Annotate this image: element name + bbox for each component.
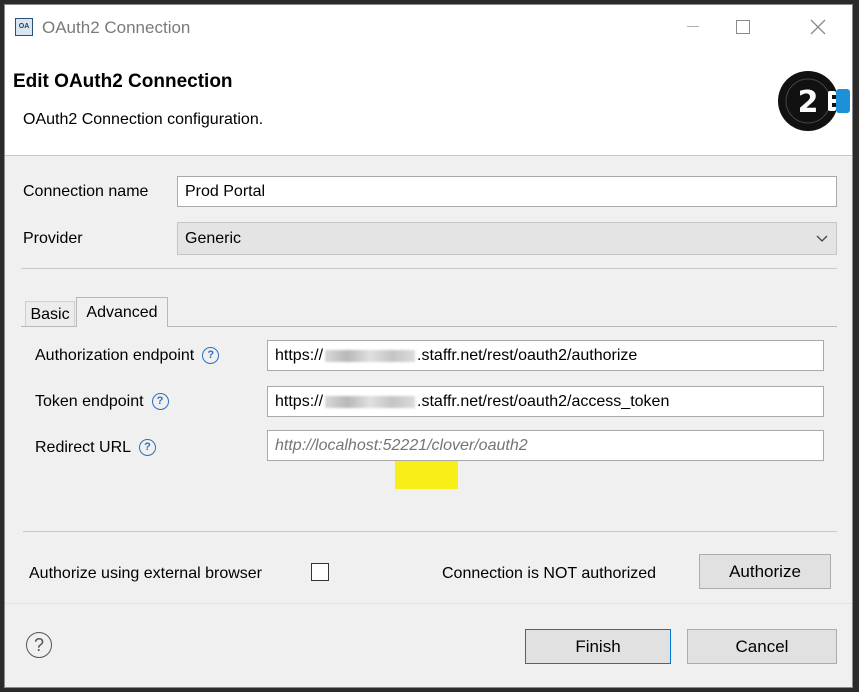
authorization-endpoint-input[interactable]: https:// .staffr.net/rest/oauth2/authoriz…: [267, 340, 824, 371]
tab-line: [168, 326, 837, 327]
token-endpoint-prefix: https://: [275, 392, 324, 410]
authorization-status: Connection is NOT authorized: [442, 565, 657, 582]
token-endpoint-label: Token endpoint?: [35, 393, 169, 411]
connection-name-label: Connection name: [23, 183, 149, 200]
authorization-endpoint-label: Authorization endpoint?: [35, 347, 220, 365]
svg-text:2: 2: [798, 85, 819, 120]
maximize-icon: [736, 20, 750, 34]
separator: [23, 531, 837, 532]
connection-name-value: Prod Portal: [185, 182, 266, 200]
external-browser-label: Authorize using external browser: [29, 565, 263, 582]
tab-line: [21, 326, 76, 327]
tab-basic[interactable]: Basic: [25, 301, 75, 327]
page-title: Edit OAuth2 Connection: [13, 71, 233, 92]
chevron-down-icon: [816, 235, 828, 242]
redacted-text: [325, 395, 416, 408]
maximize-button[interactable]: [721, 11, 765, 43]
authorize-button[interactable]: Authorize: [699, 554, 831, 589]
separator: [5, 603, 852, 604]
external-browser-checkbox[interactable]: [311, 563, 329, 581]
title-bar: OA OAuth2 Connection: [5, 5, 852, 51]
close-icon: [810, 19, 826, 35]
connection-name-input[interactable]: Prod Portal: [177, 176, 837, 207]
token-endpoint-input[interactable]: https:// .staffr.net/rest/oauth2/access_t…: [267, 386, 824, 417]
tab-advanced[interactable]: Advanced: [76, 297, 168, 327]
redirect-url-label: Redirect URL?: [35, 439, 157, 457]
authorization-endpoint-label-text: Authorization endpoint: [35, 347, 195, 364]
finish-button[interactable]: Finish: [525, 629, 671, 664]
close-button[interactable]: [796, 11, 840, 43]
token-endpoint-suffix: .staffr.net/rest/oauth2/access_token: [417, 392, 670, 410]
redacted-text: [325, 349, 416, 362]
dialog-window: OA OAuth2 Connection Edit OAuth2 Connect…: [4, 4, 853, 688]
app-icon: OA: [15, 18, 33, 36]
cancel-button[interactable]: Cancel: [687, 629, 837, 664]
authorization-endpoint-suffix: .staffr.net/rest/oauth2/authorize: [417, 346, 638, 364]
help-icon[interactable]: ?: [202, 347, 220, 365]
minimize-button[interactable]: [671, 11, 715, 43]
token-endpoint-label-text: Token endpoint: [35, 393, 144, 410]
page-description: OAuth2 Connection configuration.: [23, 111, 264, 128]
provider-label: Provider: [23, 230, 83, 247]
help-icon[interactable]: ?: [26, 632, 52, 658]
redirect-url-label-text: Redirect URL: [35, 439, 132, 456]
provider-select[interactable]: Generic: [177, 222, 837, 255]
minimize-icon: [687, 26, 699, 27]
provider-value: Generic: [185, 229, 242, 247]
help-icon[interactable]: ?: [139, 439, 157, 457]
oauth2-logo-icon: 2: [778, 71, 850, 131]
authorization-endpoint-prefix: https://: [275, 346, 324, 364]
help-icon[interactable]: ?: [151, 393, 169, 411]
window-title: OAuth2 Connection: [42, 18, 191, 37]
dialog-header: Edit OAuth2 Connection OAuth2 Connection…: [5, 51, 852, 156]
separator: [21, 268, 837, 269]
redirect-url-input[interactable]: [267, 430, 824, 461]
